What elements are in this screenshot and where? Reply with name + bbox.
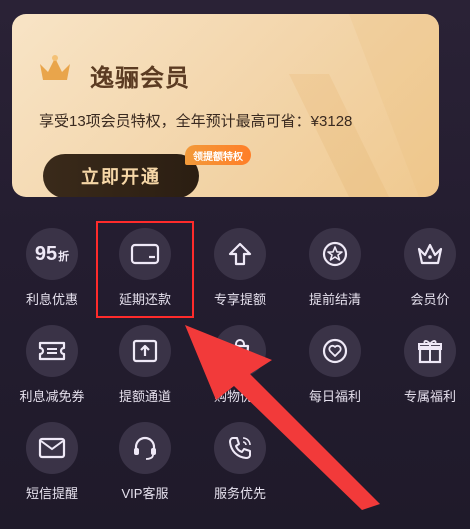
upload-icon: [119, 325, 171, 377]
open-membership-button[interactable]: 立即开通: [43, 154, 199, 197]
membership-title: 逸骊会员: [90, 65, 190, 92]
annotation-arrow: [185, 325, 380, 510]
grid-item-label: 专享提额: [213, 292, 266, 307]
grid-item-limit-channel[interactable]: 提额通道: [108, 325, 182, 405]
highlight-box: [96, 221, 194, 318]
grid-item-early-settlement[interactable]: 提前结清: [298, 228, 372, 308]
crown-icon: [404, 228, 456, 280]
grid-item-vip-service[interactable]: VIP客服: [108, 422, 182, 502]
mail-icon: [26, 422, 78, 474]
grid-item-label: 利息减免券: [19, 389, 85, 404]
grid-item-label: 利息优惠: [25, 292, 78, 307]
grid-item-label: 提前结清: [308, 292, 361, 307]
limit-privilege-badge: 领提额特权: [185, 145, 251, 165]
grid-item-interest-discount[interactable]: 95折 利息优惠: [15, 228, 89, 308]
discount-95-icon: 95折: [26, 228, 78, 280]
grid-item-sms-reminder[interactable]: 短信提醒: [15, 422, 89, 502]
arrow-up-icon: [214, 228, 266, 280]
grid-item-member-price[interactable]: 会员价: [393, 228, 467, 308]
grid-item-interest-coupon[interactable]: 利息减免券: [15, 325, 89, 405]
membership-card[interactable]: 逸骊会员 享受13项会员特权，全年预计最高可省：¥3128 立即开通 领提额特权: [12, 14, 439, 197]
membership-subtitle: 享受13项会员特权，全年预计最高可省：¥3128: [39, 113, 353, 130]
headset-icon: [119, 422, 171, 474]
star-badge-icon: [309, 228, 361, 280]
grid-item-label: 提额通道: [118, 389, 171, 404]
grid-item-exclusive-limit[interactable]: 专享提额: [203, 228, 277, 308]
gift-icon: [404, 325, 456, 377]
crown-icon: [38, 54, 72, 84]
ticket-icon: [26, 325, 78, 377]
grid-item-label: 会员价: [410, 292, 450, 307]
grid-item-label: VIP客服: [121, 486, 169, 501]
grid-item-label: 短信提醒: [25, 486, 78, 501]
card-decoration: [289, 14, 439, 197]
